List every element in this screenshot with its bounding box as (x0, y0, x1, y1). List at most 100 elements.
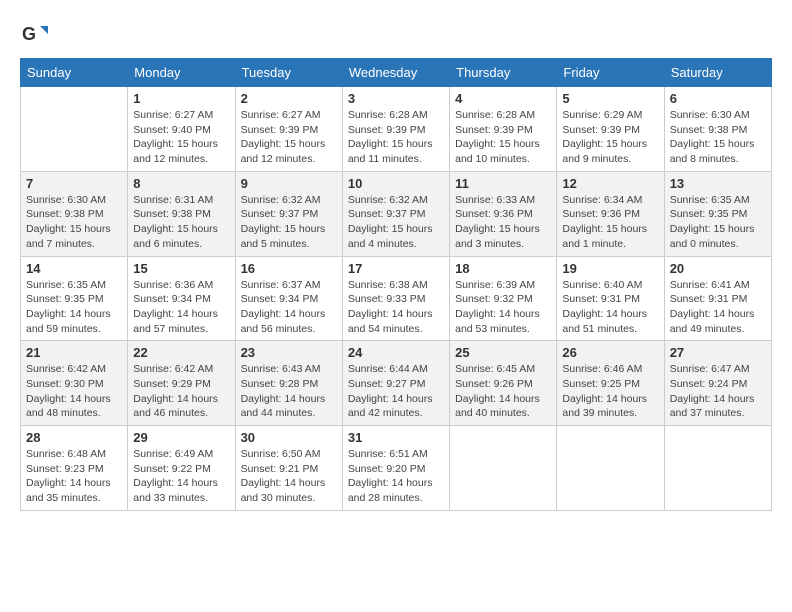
calendar-weekday-header: Sunday (21, 59, 128, 87)
calendar-cell: 9 Sunrise: 6:32 AM Sunset: 9:37 PM Daylig… (235, 171, 342, 256)
svg-text:G: G (22, 24, 36, 44)
calendar-week-row: 28 Sunrise: 6:48 AM Sunset: 9:23 PM Dayli… (21, 426, 772, 511)
day-info: Sunrise: 6:30 AM Sunset: 9:38 PM Dayligh… (26, 193, 122, 252)
day-number: 2 (241, 91, 337, 106)
day-info: Sunrise: 6:37 AM Sunset: 9:34 PM Dayligh… (241, 278, 337, 337)
day-info: Sunrise: 6:46 AM Sunset: 9:25 PM Dayligh… (562, 362, 658, 421)
day-info: Sunrise: 6:30 AM Sunset: 9:38 PM Dayligh… (670, 108, 766, 167)
calendar-cell: 30 Sunrise: 6:50 AM Sunset: 9:21 PM Dayli… (235, 426, 342, 511)
day-number: 5 (562, 91, 658, 106)
calendar-cell: 5 Sunrise: 6:29 AM Sunset: 9:39 PM Daylig… (557, 87, 664, 172)
day-number: 22 (133, 345, 229, 360)
header-area: G (20, 20, 772, 48)
day-info: Sunrise: 6:42 AM Sunset: 9:29 PM Dayligh… (133, 362, 229, 421)
logo: G (20, 20, 52, 48)
calendar-cell: 19 Sunrise: 6:40 AM Sunset: 9:31 PM Dayli… (557, 256, 664, 341)
day-number: 3 (348, 91, 444, 106)
day-number: 17 (348, 261, 444, 276)
calendar-cell: 28 Sunrise: 6:48 AM Sunset: 9:23 PM Dayli… (21, 426, 128, 511)
day-number: 18 (455, 261, 551, 276)
day-number: 24 (348, 345, 444, 360)
calendar-table: SundayMondayTuesdayWednesdayThursdayFrid… (20, 58, 772, 511)
calendar-cell (21, 87, 128, 172)
day-info: Sunrise: 6:35 AM Sunset: 9:35 PM Dayligh… (26, 278, 122, 337)
calendar-weekday-header: Monday (128, 59, 235, 87)
day-info: Sunrise: 6:28 AM Sunset: 9:39 PM Dayligh… (348, 108, 444, 167)
calendar-cell: 6 Sunrise: 6:30 AM Sunset: 9:38 PM Daylig… (664, 87, 771, 172)
day-number: 6 (670, 91, 766, 106)
calendar-cell (557, 426, 664, 511)
calendar-cell: 18 Sunrise: 6:39 AM Sunset: 9:32 PM Dayli… (450, 256, 557, 341)
calendar-week-row: 14 Sunrise: 6:35 AM Sunset: 9:35 PM Dayli… (21, 256, 772, 341)
day-number: 16 (241, 261, 337, 276)
logo-icon: G (20, 20, 48, 48)
day-number: 4 (455, 91, 551, 106)
day-info: Sunrise: 6:32 AM Sunset: 9:37 PM Dayligh… (241, 193, 337, 252)
day-number: 8 (133, 176, 229, 191)
day-info: Sunrise: 6:40 AM Sunset: 9:31 PM Dayligh… (562, 278, 658, 337)
calendar-cell: 29Sunrise: 6:49 AM Sunset: 9:22 PM Dayli… (128, 426, 235, 511)
calendar-cell (664, 426, 771, 511)
calendar-weekday-header: Thursday (450, 59, 557, 87)
day-info: Sunrise: 6:47 AM Sunset: 9:24 PM Dayligh… (670, 362, 766, 421)
calendar-cell: 2 Sunrise: 6:27 AM Sunset: 9:39 PM Daylig… (235, 87, 342, 172)
day-info: Sunrise: 6:27 AM Sunset: 9:39 PM Dayligh… (241, 108, 337, 167)
day-number: 14 (26, 261, 122, 276)
day-number: 7 (26, 176, 122, 191)
calendar-cell: 14 Sunrise: 6:35 AM Sunset: 9:35 PM Dayli… (21, 256, 128, 341)
calendar-week-row: 7 Sunrise: 6:30 AM Sunset: 9:38 PM Daylig… (21, 171, 772, 256)
day-number: 13 (670, 176, 766, 191)
day-info: Sunrise: 6:42 AM Sunset: 9:30 PM Dayligh… (26, 362, 122, 421)
calendar-cell: 21 Sunrise: 6:42 AM Sunset: 9:30 PM Dayli… (21, 341, 128, 426)
day-info: Sunrise: 6:29 AM Sunset: 9:39 PM Dayligh… (562, 108, 658, 167)
day-number: 9 (241, 176, 337, 191)
day-info: Sunrise: 6:39 AM Sunset: 9:32 PM Dayligh… (455, 278, 551, 337)
day-number: 25 (455, 345, 551, 360)
day-number: 28 (26, 430, 122, 445)
calendar-week-row: 21 Sunrise: 6:42 AM Sunset: 9:30 PM Dayli… (21, 341, 772, 426)
calendar-cell (450, 426, 557, 511)
calendar-cell: 31 Sunrise: 6:51 AM Sunset: 9:20 PM Dayli… (342, 426, 449, 511)
calendar-cell: 25Sunrise: 6:45 AM Sunset: 9:26 PM Dayli… (450, 341, 557, 426)
day-info: Sunrise: 6:41 AM Sunset: 9:31 PM Dayligh… (670, 278, 766, 337)
calendar-cell: 8 Sunrise: 6:31 AM Sunset: 9:38 PM Daylig… (128, 171, 235, 256)
day-number: 31 (348, 430, 444, 445)
day-info: Sunrise: 6:31 AM Sunset: 9:38 PM Dayligh… (133, 193, 229, 252)
calendar-cell: 23Sunrise: 6:43 AM Sunset: 9:28 PM Dayli… (235, 341, 342, 426)
day-info: Sunrise: 6:44 AM Sunset: 9:27 PM Dayligh… (348, 362, 444, 421)
calendar-header-row: SundayMondayTuesdayWednesdayThursdayFrid… (21, 59, 772, 87)
day-info: Sunrise: 6:33 AM Sunset: 9:36 PM Dayligh… (455, 193, 551, 252)
day-info: Sunrise: 6:34 AM Sunset: 9:36 PM Dayligh… (562, 193, 658, 252)
day-number: 15 (133, 261, 229, 276)
calendar-cell: 1 Sunrise: 6:27 AM Sunset: 9:40 PM Daylig… (128, 87, 235, 172)
calendar-weekday-header: Friday (557, 59, 664, 87)
day-info: Sunrise: 6:50 AM Sunset: 9:21 PM Dayligh… (241, 447, 337, 506)
day-info: Sunrise: 6:48 AM Sunset: 9:23 PM Dayligh… (26, 447, 122, 506)
day-number: 26 (562, 345, 658, 360)
day-number: 21 (26, 345, 122, 360)
day-number: 30 (241, 430, 337, 445)
day-number: 19 (562, 261, 658, 276)
day-info: Sunrise: 6:43 AM Sunset: 9:28 PM Dayligh… (241, 362, 337, 421)
day-info: Sunrise: 6:36 AM Sunset: 9:34 PM Dayligh… (133, 278, 229, 337)
day-info: Sunrise: 6:38 AM Sunset: 9:33 PM Dayligh… (348, 278, 444, 337)
calendar-cell: 24 Sunrise: 6:44 AM Sunset: 9:27 PM Dayli… (342, 341, 449, 426)
day-number: 29 (133, 430, 229, 445)
calendar-cell: 10Sunrise: 6:32 AM Sunset: 9:37 PM Dayli… (342, 171, 449, 256)
calendar-weekday-header: Saturday (664, 59, 771, 87)
calendar-cell: 7 Sunrise: 6:30 AM Sunset: 9:38 PM Daylig… (21, 171, 128, 256)
day-info: Sunrise: 6:27 AM Sunset: 9:40 PM Dayligh… (133, 108, 229, 167)
day-info: Sunrise: 6:35 AM Sunset: 9:35 PM Dayligh… (670, 193, 766, 252)
day-number: 20 (670, 261, 766, 276)
calendar-cell: 22 Sunrise: 6:42 AM Sunset: 9:29 PM Dayli… (128, 341, 235, 426)
calendar-weekday-header: Tuesday (235, 59, 342, 87)
calendar-cell: 26 Sunrise: 6:46 AM Sunset: 9:25 PM Dayli… (557, 341, 664, 426)
day-number: 1 (133, 91, 229, 106)
day-number: 11 (455, 176, 551, 191)
day-info: Sunrise: 6:51 AM Sunset: 9:20 PM Dayligh… (348, 447, 444, 506)
calendar-cell: 4Sunrise: 6:28 AM Sunset: 9:39 PM Daylig… (450, 87, 557, 172)
calendar-cell: 3 Sunrise: 6:28 AM Sunset: 9:39 PM Daylig… (342, 87, 449, 172)
calendar-cell: 17 Sunrise: 6:38 AM Sunset: 9:33 PM Dayli… (342, 256, 449, 341)
calendar-cell: 27Sunrise: 6:47 AM Sunset: 9:24 PM Dayli… (664, 341, 771, 426)
day-number: 10 (348, 176, 444, 191)
